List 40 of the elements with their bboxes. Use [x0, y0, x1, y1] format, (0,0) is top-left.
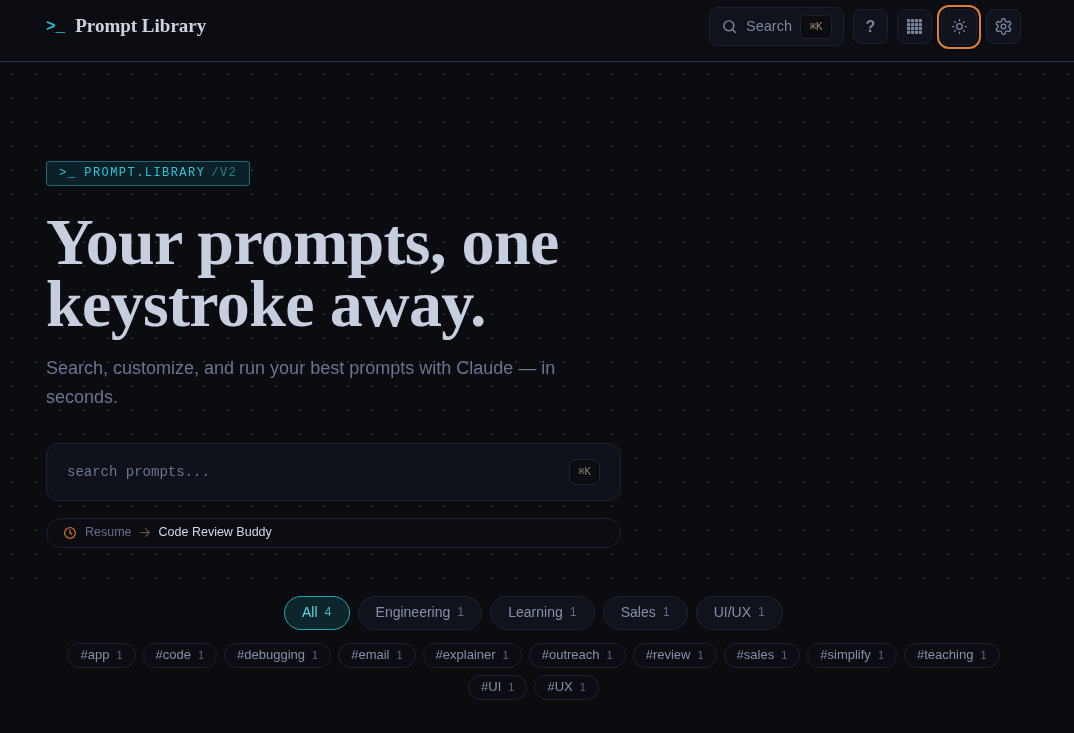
subtitle: Search, customize, and run your best prompts with Claude — in seconds.: [46, 356, 557, 409]
app-title: Prompt Library: [75, 14, 207, 39]
badge-label: PROMPT.LIBRARY: [84, 165, 206, 182]
settings-icon: [995, 18, 1012, 35]
category-filter[interactable]: Learning 1: [490, 595, 595, 630]
tag-filter[interactable]: #email 1: [338, 642, 416, 668]
theme-button[interactable]: [937, 4, 981, 49]
prompt-symbol: >_: [59, 165, 77, 182]
version-label: /V2: [211, 165, 238, 182]
headline: Your prompts, one keystroke away.: [46, 206, 560, 342]
resume-button[interactable]: Resume Code Review Buddy: [46, 517, 621, 548]
tag-filter[interactable]: #debugging 1: [224, 642, 332, 668]
sun-icon: [951, 19, 967, 34]
tag-filter[interactable]: #sales 1: [723, 642, 801, 668]
tag-filter[interactable]: #app 1: [67, 642, 136, 668]
tag-filter[interactable]: #code 1: [142, 642, 218, 668]
tag-filter[interactable]: #explainer 1: [422, 642, 522, 668]
category-filter[interactable]: UI/UX 1: [695, 595, 783, 630]
category-filter[interactable]: Sales 1: [602, 595, 688, 630]
tag-filter[interactable]: #review 1: [632, 642, 717, 668]
logo-mark: >_: [46, 16, 66, 38]
tag-filter[interactable]: #outreach 1: [528, 642, 626, 668]
shortcut-key: ⌘K: [569, 458, 600, 485]
search-input[interactable]: search prompts...: [67, 460, 559, 483]
settings-button[interactable]: [986, 9, 1021, 44]
tag-filter[interactable]: #UX 1: [534, 674, 599, 700]
apps-button[interactable]: [897, 9, 932, 44]
help-button[interactable]: ?: [853, 9, 888, 44]
search-icon: [723, 20, 736, 33]
clock-icon: [64, 526, 76, 539]
tag-filter[interactable]: #simplify 1: [807, 642, 897, 668]
tag-filter[interactable]: #UI 1: [468, 674, 528, 700]
arrow-icon: [139, 528, 150, 537]
category-filter[interactable]: Engineering 1: [357, 595, 483, 630]
search-button[interactable]: Search ⌘K: [709, 7, 844, 46]
grid-icon: [907, 19, 922, 34]
search-field[interactable]: search prompts... ⌘K: [46, 442, 621, 501]
category-filter[interactable]: All 4: [284, 595, 350, 630]
tag-filter[interactable]: #teaching 1: [904, 642, 1000, 668]
shortcut-key: ⌘K: [800, 14, 832, 39]
